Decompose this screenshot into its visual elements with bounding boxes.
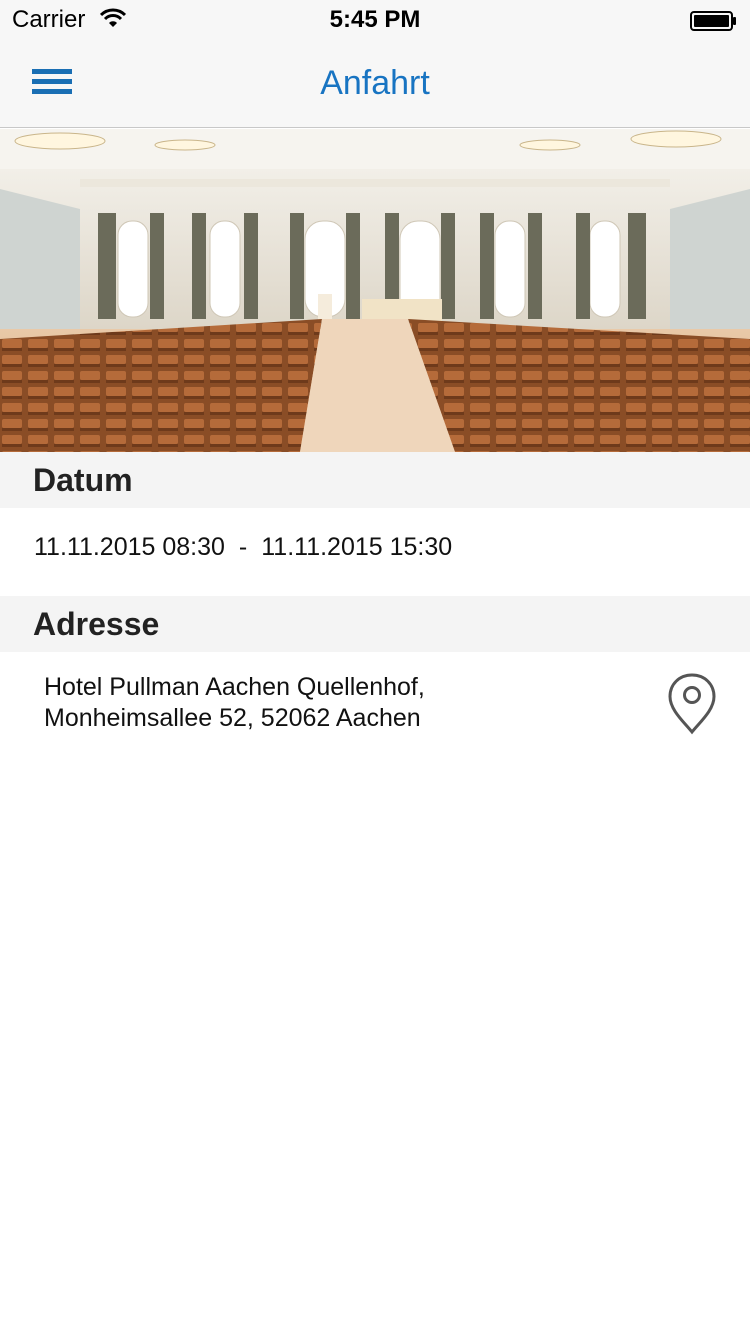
date-range: 11.11.2015 08:30-11.11.2015 15:30 xyxy=(34,533,452,562)
navigation-bar: Anfahrt xyxy=(0,40,750,128)
battery-icon xyxy=(690,10,738,37)
adresse-header-title: Adresse xyxy=(33,606,160,642)
status-bar: Carrier 5:45 PM xyxy=(0,0,750,40)
datum-header-title: Datum xyxy=(33,462,133,498)
address-line-1: Hotel Pullman Aachen Quellenhof, xyxy=(44,673,425,701)
address-text: Hotel Pullman Aachen Quellenhof, Monheim… xyxy=(44,672,425,734)
address-row[interactable]: Hotel Pullman Aachen Quellenhof, Monheim… xyxy=(0,652,750,752)
datum-section-header: Datum xyxy=(0,452,750,508)
start-datetime: 11.11.2015 08:30 xyxy=(34,533,225,561)
end-datetime: 11.11.2015 15:30 xyxy=(261,533,453,561)
address-line-2: Monheimsallee 52, 52062 Aachen xyxy=(44,704,421,732)
venue-hero-image xyxy=(0,129,750,452)
date-separator: - xyxy=(238,533,248,561)
status-time: 5:45 PM xyxy=(329,6,421,33)
map-pin-icon[interactable] xyxy=(666,672,718,741)
adresse-section-header: Adresse xyxy=(0,596,750,652)
page-title: Anfahrt xyxy=(320,64,430,102)
